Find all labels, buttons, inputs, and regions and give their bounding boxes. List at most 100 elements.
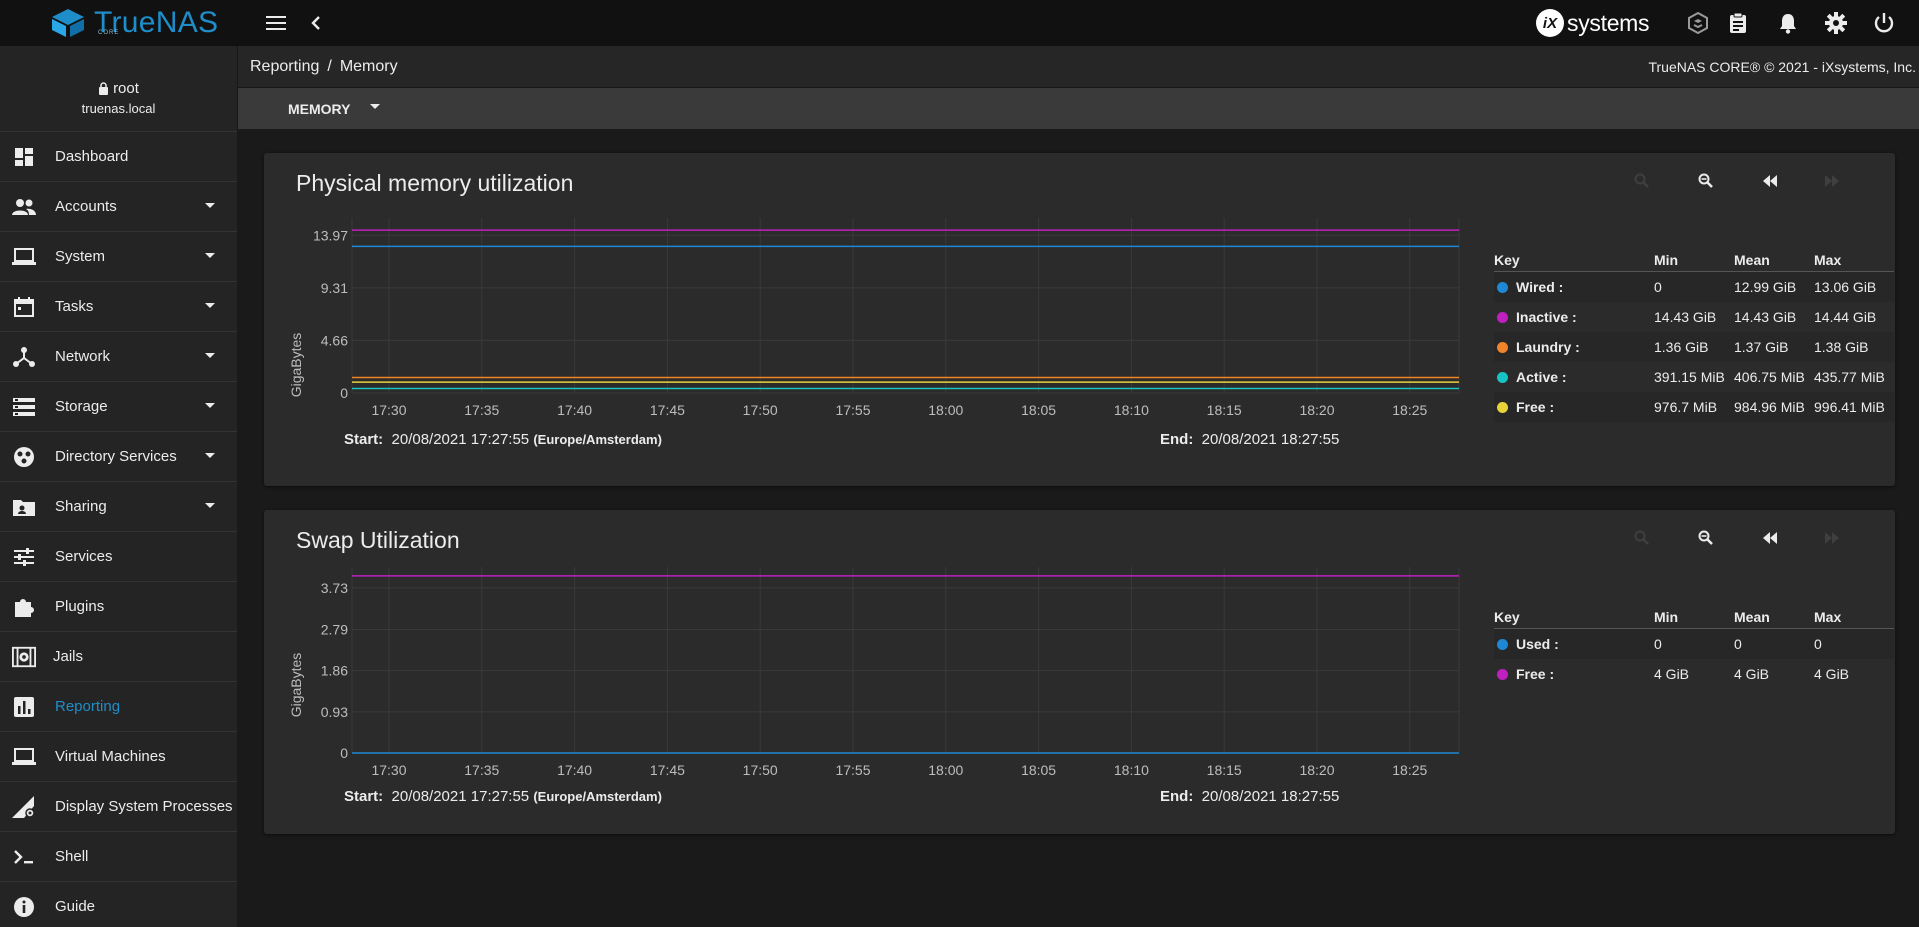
truenas-logo[interactable]: TrueNAS	[50, 6, 218, 40]
legend-row-laundry[interactable]: Laundry : 1.36 GiB 1.37 GiB 1.38 GiB	[1494, 332, 1894, 362]
ixsystems-logo[interactable]: iX systems	[1536, 9, 1650, 37]
sidebar-item-reporting[interactable]: Reporting	[0, 682, 237, 732]
y-tick-label: 0	[340, 745, 348, 761]
legend-name: Free :	[1516, 399, 1555, 415]
start-range: Start: 20/08/2021 17:27:55 (Europe/Amste…	[344, 431, 662, 448]
start-value: 20/08/2021 17:27:55	[391, 431, 530, 448]
report-type-value: MEMORY	[288, 100, 351, 117]
legend-mean: 0	[1734, 636, 1742, 652]
sidebar-item-label: Reporting	[55, 698, 121, 715]
legend-row-inactive[interactable]: Inactive : 14.43 GiB 14.43 GiB 14.44 GiB	[1494, 302, 1894, 332]
end-range: End: 20/08/2021 18:27:55	[1160, 431, 1339, 448]
settings-gear-icon[interactable]	[1824, 11, 1848, 35]
x-tick-label: 17:50	[743, 402, 778, 418]
x-tick-label: 17:40	[557, 762, 592, 778]
sidebar-item-services[interactable]: Services	[0, 532, 237, 582]
sidebar-item-shell[interactable]: Shell	[0, 832, 237, 882]
sidebar-item-guide[interactable]: Guide	[0, 882, 237, 927]
legend-header-mean: Mean	[1734, 609, 1770, 625]
chevron-down-icon	[205, 503, 215, 508]
legend-mean: 984.96 MiB	[1734, 399, 1805, 415]
sidebar-item-system[interactable]: System	[0, 232, 237, 282]
report-type-select[interactable]: MEMORY	[288, 88, 381, 129]
sidebar-item-label: Tasks	[55, 298, 94, 315]
plugins-icon	[12, 595, 36, 619]
sidebar-item-dashboard[interactable]: Dashboard	[0, 132, 237, 182]
jails-icon	[12, 645, 36, 669]
power-icon[interactable]	[1872, 11, 1896, 35]
sidebar-item-network[interactable]: Network	[0, 332, 237, 382]
breadcrumb-reporting-link[interactable]: Reporting	[250, 58, 319, 75]
x-tick-label: 17:30	[371, 402, 406, 418]
step-forward-icon[interactable]	[1820, 526, 1844, 550]
breadcrumb: Reporting / Memory	[250, 58, 398, 76]
processes-icon	[12, 795, 36, 819]
lock-icon	[99, 82, 109, 95]
x-tick-label: 18:20	[1299, 402, 1334, 418]
step-back-icon[interactable]	[1758, 526, 1782, 550]
task-manager-icon[interactable]	[1726, 11, 1750, 35]
y-tick-label: 1.86	[321, 663, 348, 679]
network-icon	[12, 345, 36, 369]
notifications-bell-icon[interactable]	[1776, 11, 1800, 35]
legend-dot-icon	[1497, 341, 1508, 353]
sidebar-item-label: Accounts	[55, 198, 117, 215]
truecommand-icon[interactable]	[1686, 11, 1710, 35]
breadcrumb-current: Memory	[339, 58, 398, 75]
legend-name: Wired :	[1516, 279, 1564, 295]
x-tick-label: 18:25	[1392, 402, 1427, 418]
chevron-down-icon	[205, 453, 215, 458]
sidebar-item-storage[interactable]: Storage	[0, 382, 237, 432]
sidebar-item-sharing[interactable]: Sharing	[0, 482, 237, 532]
sidebar-item-jails[interactable]: Jails	[0, 632, 237, 682]
sidebar-item-label: Guide	[55, 898, 96, 915]
collapse-back-icon[interactable]	[304, 11, 328, 35]
legend-min: 1.36 GiB	[1654, 339, 1709, 355]
legend-max: 4 GiB	[1814, 666, 1850, 682]
sidebar-item-label: Sharing	[55, 498, 107, 515]
legend-max: 1.38 GiB	[1814, 339, 1869, 355]
chevron-down-icon	[205, 253, 215, 258]
sidebar-item-label: Virtual Machines	[55, 748, 166, 765]
x-tick-label: 18:00	[928, 762, 963, 778]
legend-row-free[interactable]: Free : 976.7 MiB 984.96 MiB 996.41 MiB	[1494, 392, 1894, 422]
legend-dot-icon	[1497, 668, 1508, 680]
y-tick-label: 9.31	[321, 280, 348, 296]
x-tick-label: 17:40	[557, 402, 592, 418]
zoom-out-icon[interactable]	[1694, 526, 1718, 550]
step-forward-icon[interactable]	[1820, 169, 1844, 193]
sidebar-item-directory-services[interactable]: Directory Services	[0, 432, 237, 482]
sidebar-item-accounts[interactable]: Accounts	[0, 182, 237, 232]
legend-name: Active :	[1516, 369, 1567, 385]
zoom-in-icon[interactable]	[1630, 169, 1654, 193]
legend-header: Key Min Mean Max	[1494, 607, 1894, 629]
step-back-icon[interactable]	[1758, 169, 1782, 193]
breadcrumb-bar: Reporting / Memory TrueNAS CORE® © 2021 - …	[238, 46, 1919, 88]
end-label: End:	[1160, 431, 1194, 448]
sharing-icon	[12, 495, 36, 519]
sidebar-item-plugins[interactable]: Plugins	[0, 582, 237, 632]
legend-min: 391.15 MiB	[1654, 369, 1725, 385]
legend-dot-icon	[1497, 401, 1508, 413]
x-tick-label: 17:35	[464, 762, 499, 778]
legend-row-free[interactable]: Free : 4 GiB 4 GiB 4 GiB	[1494, 659, 1894, 689]
sidebar-item-tasks[interactable]: Tasks	[0, 282, 237, 332]
sidebar-item-display-system-processes[interactable]: Display System Processes	[0, 782, 237, 832]
sidebar-item-label: Directory Services	[55, 448, 177, 465]
legend-row-active[interactable]: Active : 391.15 MiB 406.75 MiB 435.77 Mi…	[1494, 362, 1894, 392]
end-value: 20/08/2021 18:27:55	[1201, 788, 1340, 805]
zoom-out-icon[interactable]	[1694, 169, 1718, 193]
sidebar-item-label: Display System Processes	[55, 798, 233, 815]
menu-toggle-icon[interactable]	[264, 11, 288, 35]
zoom-in-icon[interactable]	[1630, 526, 1654, 550]
end-range: End: 20/08/2021 18:27:55	[1160, 788, 1339, 805]
sidebar-item-virtual-machines[interactable]: Virtual Machines	[0, 732, 237, 782]
ix-text: systems	[1567, 9, 1650, 36]
system-icon	[12, 245, 36, 269]
x-tick-label: 17:50	[743, 762, 778, 778]
x-tick-label: 17:55	[835, 402, 870, 418]
y-tick-label: 13.97	[313, 227, 348, 243]
shell-icon	[12, 845, 36, 869]
legend-row-wired[interactable]: Wired : 0 12.99 GiB 13.06 GiB	[1494, 272, 1894, 302]
legend-row-used[interactable]: Used : 0 0 0	[1494, 629, 1894, 659]
